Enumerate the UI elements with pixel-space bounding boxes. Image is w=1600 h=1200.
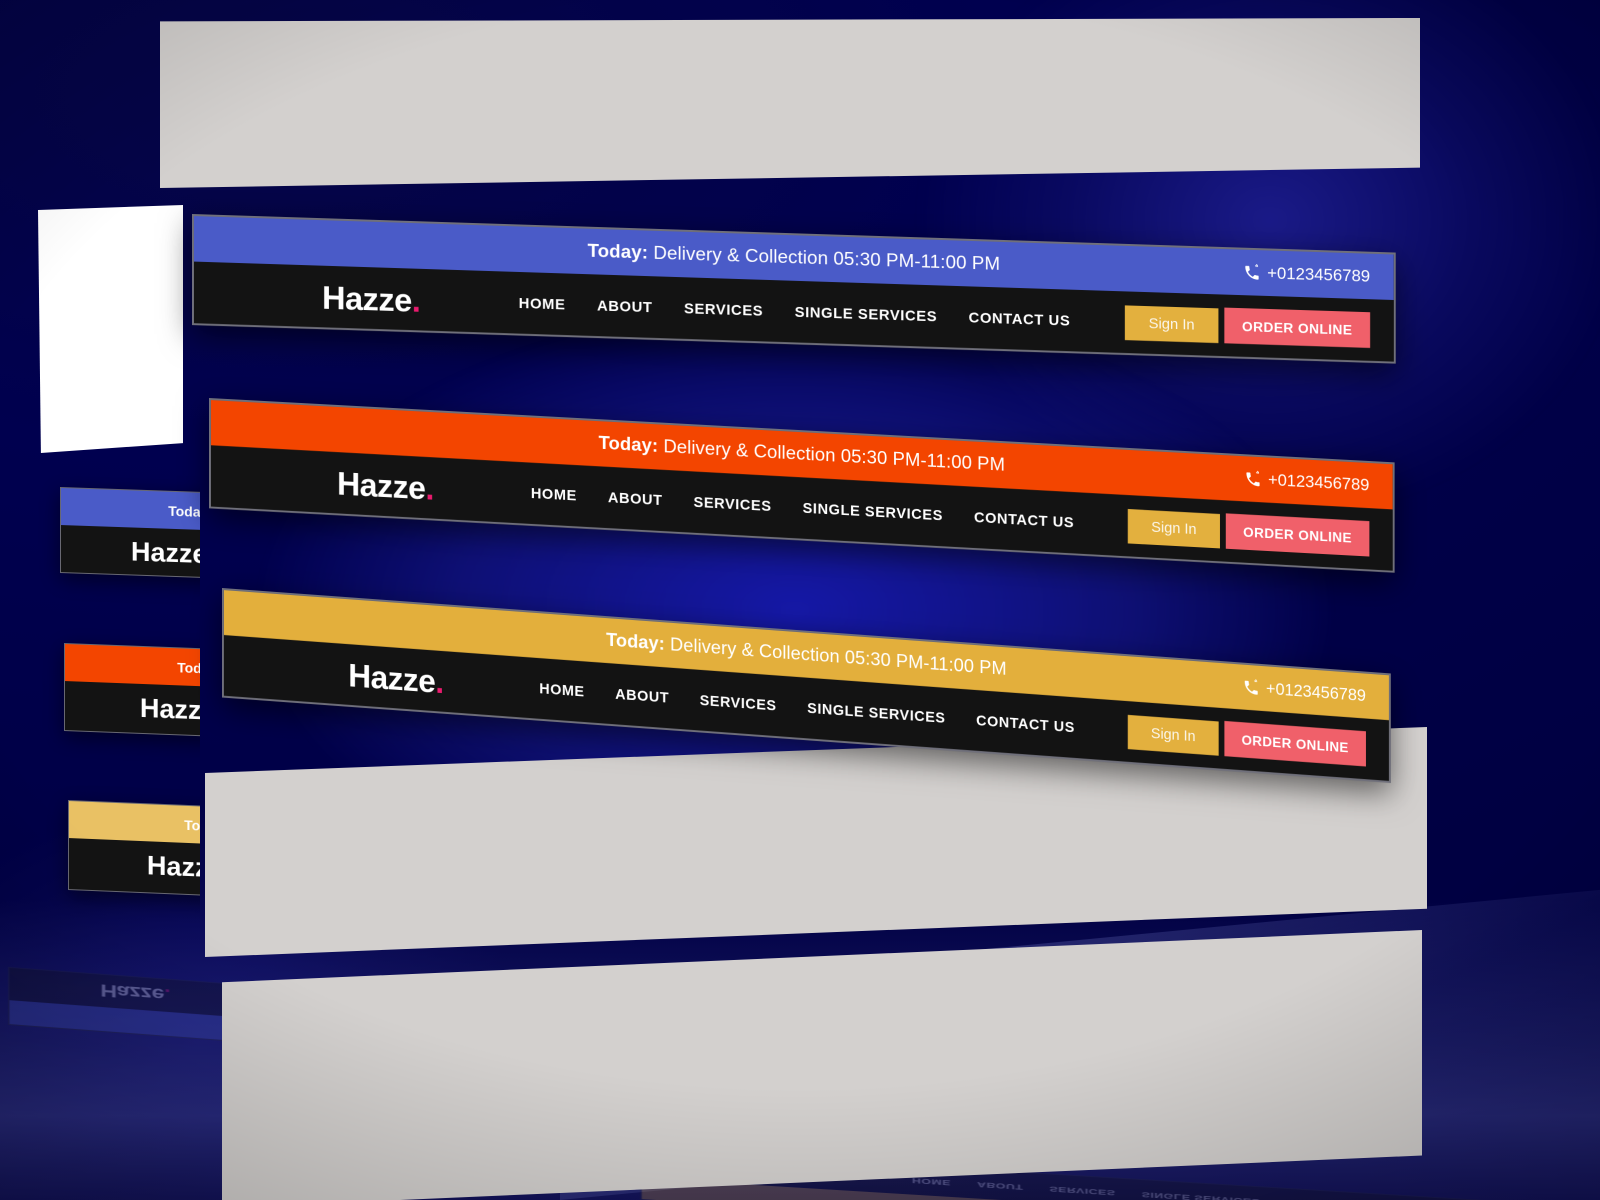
mockup-stage: Today: Delivery & Collection 05:30 PM-11… — [0, 0, 1600, 1200]
vignette-overlay — [0, 0, 1600, 1200]
